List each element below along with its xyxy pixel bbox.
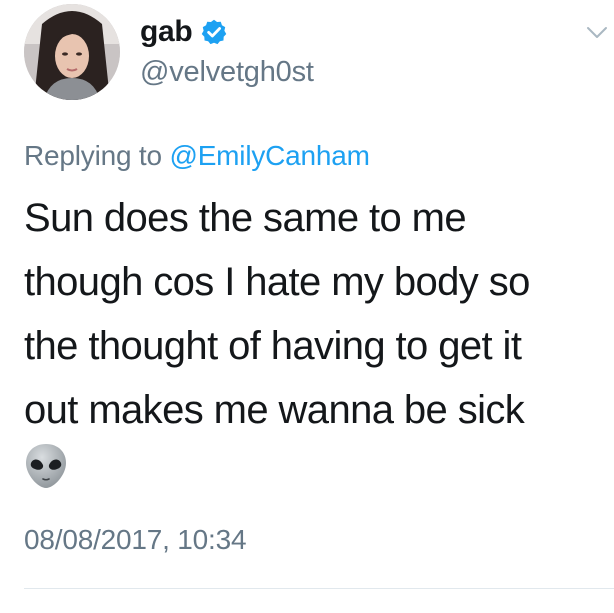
divider — [24, 588, 614, 589]
tweet-timestamp[interactable]: 08/08/2017, 10:34 — [24, 524, 247, 556]
alien-emoji-icon — [26, 444, 66, 488]
chevron-down-icon[interactable] — [586, 26, 608, 40]
tweet-text-line: the thought of having to get it — [24, 324, 522, 368]
replying-to: Replying to @EmilyCanham — [24, 140, 370, 172]
user-info: gab @velvetgh0st — [140, 10, 314, 89]
tweet-text-line: Sun does the same to me — [24, 196, 467, 240]
tweet-text: Sun does the same to me though cos I hat… — [24, 186, 604, 442]
tweet-card: gab @velvetgh0st Replying to @EmilyCanha… — [0, 0, 614, 613]
tweet-text-line: though cos I hate my body so — [24, 260, 530, 304]
verified-badge-icon — [202, 19, 227, 45]
avatar-photo — [24, 4, 120, 100]
user-handle[interactable]: @velvetgh0st — [140, 56, 314, 89]
avatar[interactable] — [24, 4, 120, 100]
reply-mention-link[interactable]: @EmilyCanham — [169, 140, 370, 171]
tweet-text-line: out makes me wanna be sick — [24, 388, 525, 432]
display-name[interactable]: gab — [140, 15, 193, 49]
name-row: gab — [140, 10, 314, 54]
replying-to-label: Replying to — [24, 140, 170, 171]
